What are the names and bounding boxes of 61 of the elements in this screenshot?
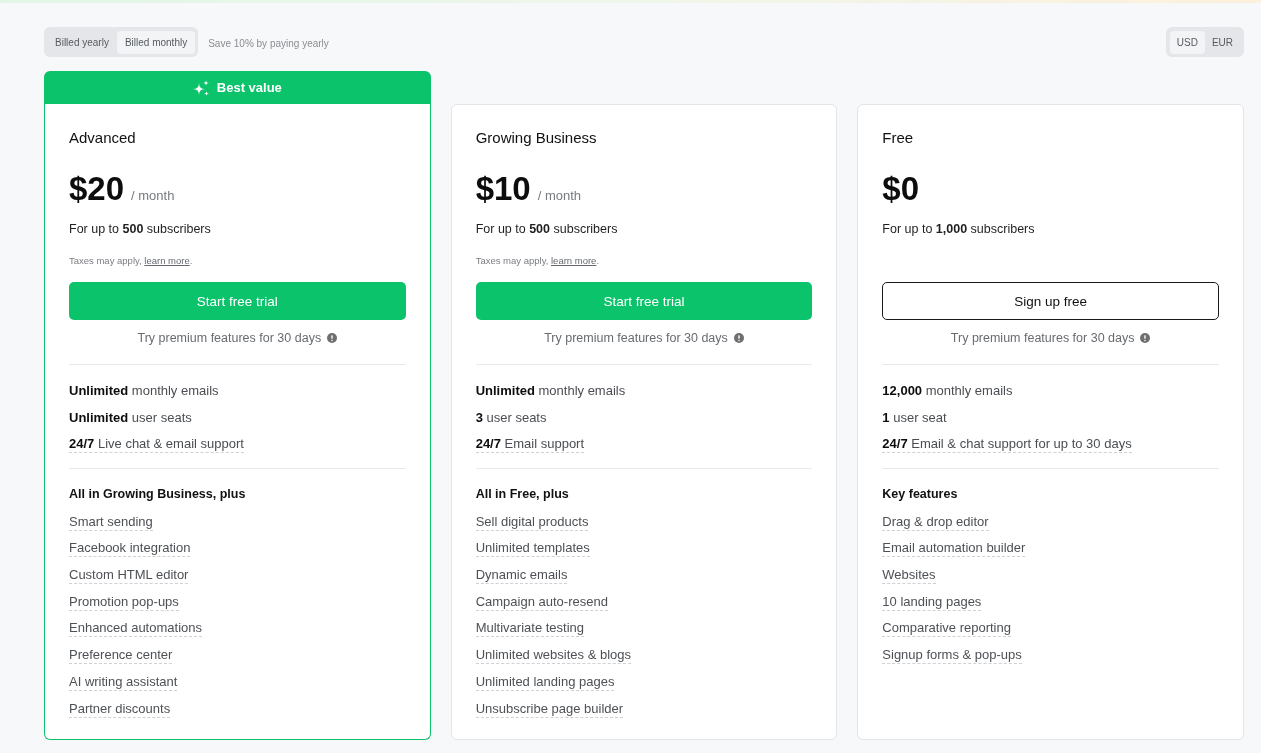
- feature-item: Sell digital products: [475, 513, 589, 531]
- trial-note: Try premium features for 30 days: [544, 330, 728, 347]
- plan-name: Advanced: [69, 128, 136, 148]
- plan-limit: 12,000 monthly emails: [882, 383, 1013, 398]
- subscriber-limit: For up to 1,000 subscribers: [882, 221, 1035, 238]
- feature-item: Comparative reporting: [882, 620, 1011, 638]
- currency-option[interactable]: USD: [1169, 30, 1205, 54]
- plan-price: $0: [882, 169, 920, 209]
- cta-button[interactable]: Sign up free: [882, 282, 1219, 320]
- learn-more-link[interactable]: learn more: [144, 255, 190, 266]
- feature-item: Promotion pop-ups: [69, 593, 179, 611]
- feature-item: Smart sending: [69, 513, 153, 531]
- billing-period: / month: [537, 188, 582, 203]
- billing-option[interactable]: Billed yearly: [47, 30, 117, 54]
- feature-item: Campaign auto-resend: [475, 593, 608, 611]
- trial-note: Try premium features for 30 days: [137, 330, 322, 347]
- plan-limit: Unlimited monthly emails: [475, 383, 626, 398]
- tax-note: Taxes may apply, learn more.: [69, 254, 193, 268]
- plan-price: $10: [475, 169, 531, 209]
- feature-item: Signup forms & pop-ups: [882, 647, 1022, 665]
- info-icon[interactable]: [1140, 333, 1151, 343]
- features-heading: All in Growing Business, plus: [69, 486, 246, 503]
- subscriber-limit: For up to 500 subscribers: [475, 221, 618, 238]
- trial-note: Try premium features for 30 days: [950, 330, 1135, 347]
- feature-item: Custom HTML editor: [69, 567, 189, 585]
- info-icon[interactable]: [327, 333, 338, 343]
- feature-item: Multivariate testing: [475, 620, 585, 638]
- currency-option[interactable]: EUR: [1204, 30, 1240, 54]
- feature-item: AI writing assistant: [69, 673, 178, 691]
- plan-limit: 24/7 Email support: [475, 436, 585, 453]
- features-heading: All in Free, plus: [475, 486, 569, 503]
- plan-limit: Unlimited user seats: [69, 409, 192, 425]
- plan-limit: 24/7 Live chat & email support: [69, 436, 244, 453]
- plan-name: Free: [882, 128, 914, 148]
- feature-item: Dynamic emails: [475, 567, 568, 585]
- feature-item: Enhanced automations: [69, 620, 202, 638]
- plan-limit: 3 user seats: [475, 409, 547, 425]
- features-heading: Key features: [882, 486, 958, 503]
- billing-option[interactable]: Billed monthly: [116, 30, 196, 54]
- plan-name: Growing Business: [475, 128, 597, 148]
- savings-note: Save 10% by paying yearly: [208, 37, 329, 49]
- feature-item: Preference center: [69, 647, 173, 665]
- feature-item: Partner discounts: [69, 700, 171, 718]
- feature-item: Unlimited websites & blogs: [475, 647, 631, 665]
- feature-item: Unlimited templates: [475, 540, 590, 558]
- feature-item: Facebook integration: [69, 540, 191, 558]
- plan-limit: 1 user seat: [882, 409, 947, 425]
- info-icon[interactable]: [733, 333, 744, 343]
- plan-limit: Unlimited monthly emails: [69, 383, 219, 398]
- subscriber-limit: For up to 500 subscribers: [69, 221, 211, 238]
- feature-item: Unsubscribe page builder: [475, 700, 624, 718]
- plan-price: $20: [69, 169, 125, 209]
- feature-item: Email automation builder: [882, 540, 1026, 558]
- feature-item: Unlimited landing pages: [475, 673, 615, 691]
- feature-item: Websites: [882, 567, 936, 585]
- billing-period: / month: [131, 188, 175, 203]
- banner-label: Best value: [216, 80, 282, 95]
- feature-item: Drag & drop editor: [882, 513, 989, 531]
- tax-note: Taxes may apply, learn more.: [475, 254, 600, 268]
- feature-item: 10 landing pages: [882, 593, 982, 611]
- plan-limit: 24/7 Email & chat support for up to 30 days: [882, 436, 1132, 453]
